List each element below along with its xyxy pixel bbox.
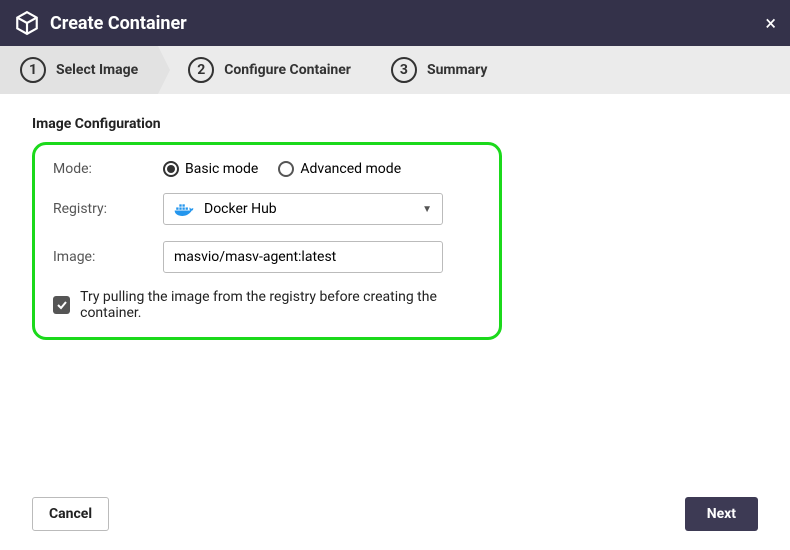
radio-advanced-mode[interactable]: Advanced mode: [278, 161, 401, 177]
image-configuration-box: Mode: Basic mode Advanced mode Registry:: [32, 142, 502, 340]
step-select-image[interactable]: 1 Select Image: [0, 46, 158, 94]
next-button[interactable]: Next: [685, 497, 758, 531]
dialog-header: Create Container ×: [0, 0, 790, 46]
docker-icon: [174, 202, 194, 216]
radio-label: Advanced mode: [300, 161, 401, 177]
step-label: Configure Container: [224, 62, 351, 78]
image-input[interactable]: [163, 241, 443, 273]
cube-icon: [14, 10, 40, 36]
registry-value: Docker Hub: [204, 201, 277, 217]
pull-image-label: Try pulling the image from the registry …: [80, 289, 481, 321]
radio-icon: [278, 161, 294, 177]
radio-label: Basic mode: [185, 161, 258, 177]
step-label: Summary: [427, 62, 488, 78]
step-number: 1: [20, 57, 46, 83]
wizard-steps: 1 Select Image 2 Configure Container 3 S…: [0, 46, 790, 94]
chevron-down-icon: ▼: [422, 204, 432, 215]
step-summary[interactable]: 3 Summary: [371, 46, 508, 94]
mode-label: Mode:: [53, 161, 163, 177]
radio-basic-mode[interactable]: Basic mode: [163, 161, 258, 177]
step-label: Select Image: [56, 62, 138, 78]
pull-image-checkbox[interactable]: [53, 296, 70, 314]
cancel-button[interactable]: Cancel: [32, 497, 109, 531]
section-title: Image Configuration: [32, 116, 758, 132]
content-area: Image Configuration Mode: Basic mode Adv…: [0, 94, 790, 494]
image-row: Image:: [53, 241, 481, 273]
radio-icon: [163, 161, 179, 177]
mode-radio-group: Basic mode Advanced mode: [163, 161, 401, 177]
pull-image-row: Try pulling the image from the registry …: [53, 289, 481, 321]
image-label: Image:: [53, 249, 163, 265]
step-number: 2: [188, 57, 214, 83]
step-number: 3: [391, 57, 417, 83]
registry-label: Registry:: [53, 201, 163, 217]
close-icon[interactable]: ×: [765, 11, 776, 35]
step-configure-container[interactable]: 2 Configure Container: [158, 46, 371, 94]
dialog-footer: Cancel Next: [0, 494, 790, 550]
mode-row: Mode: Basic mode Advanced mode: [53, 161, 481, 177]
dialog-title: Create Container: [50, 13, 187, 34]
registry-row: Registry: Dock: [53, 193, 481, 225]
registry-select[interactable]: Docker Hub ▼: [163, 193, 443, 225]
